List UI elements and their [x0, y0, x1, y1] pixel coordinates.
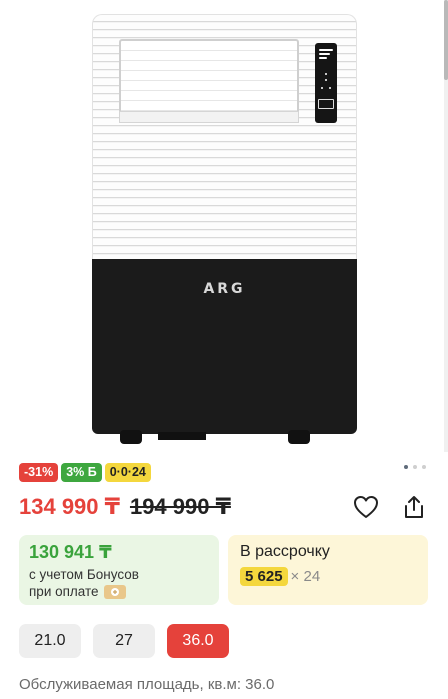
bonus-price: 130 941 ₸: [29, 542, 112, 562]
favorite-button[interactable]: [351, 492, 381, 522]
old-price: 194 990 ₸: [129, 494, 231, 519]
ac-wheel-right: [288, 430, 310, 444]
carousel-dot-active[interactable]: [404, 465, 408, 469]
area-options: 21.0 27 36.0: [19, 624, 229, 658]
service-area-label: Обслуживаемая площадь, кв.м: 36.0: [19, 676, 275, 693]
wallet-icon: [103, 584, 126, 599]
current-price: 134 990 ₸: [19, 494, 120, 519]
ac-upper-housing: [92, 14, 357, 259]
ac-lower-housing: ARG: [92, 259, 357, 434]
carousel-dot[interactable]: [422, 465, 426, 469]
installment-card[interactable]: В рассрочку 5 625 × 24: [228, 535, 428, 605]
price-row: 134 990 ₸ 194 990 ₸: [19, 494, 231, 520]
ac-base-bar: [158, 432, 206, 440]
installment-badge: 0·0·24: [104, 463, 151, 482]
installment-title: В рассрочку: [240, 543, 330, 560]
product-image: ARG: [92, 14, 357, 444]
installment-row: 5 625 × 24: [240, 567, 320, 586]
bonus-badge: 3% Б: [61, 463, 102, 482]
bonus-caption: с учетом Бонусов: [29, 567, 139, 582]
bonus-payment-label: при оплате: [29, 584, 99, 599]
ac-wheel-left: [120, 430, 142, 444]
product-image-carousel[interactable]: ARG: [0, 0, 448, 452]
share-icon: [405, 496, 423, 518]
scrollbar-thumb[interactable]: [444, 0, 448, 80]
option-chip[interactable]: 27: [93, 624, 155, 658]
carousel-dot[interactable]: [413, 465, 417, 469]
carousel-indicator: [404, 465, 426, 469]
installment-multiplier: × 24: [290, 568, 321, 585]
option-chip-selected[interactable]: 36.0: [167, 624, 229, 658]
ac-control-panel: [315, 43, 337, 123]
badge-row: -31% 3% Б 0·0·24: [19, 463, 151, 482]
heart-icon: [354, 496, 378, 518]
page-scrollbar[interactable]: [444, 0, 448, 452]
ac-air-vent: [119, 39, 299, 121]
bonus-price-card[interactable]: 130 941 ₸ с учетом Бонусов при оплате: [19, 535, 219, 605]
ac-vent-flap: [119, 111, 299, 123]
option-chip[interactable]: 21.0: [19, 624, 81, 658]
brand-logo: ARG: [203, 281, 246, 297]
installment-amount: 5 625: [240, 567, 288, 586]
bonus-payment-row: при оплате: [29, 584, 126, 599]
discount-badge: -31%: [19, 463, 59, 482]
share-button[interactable]: [399, 492, 429, 522]
